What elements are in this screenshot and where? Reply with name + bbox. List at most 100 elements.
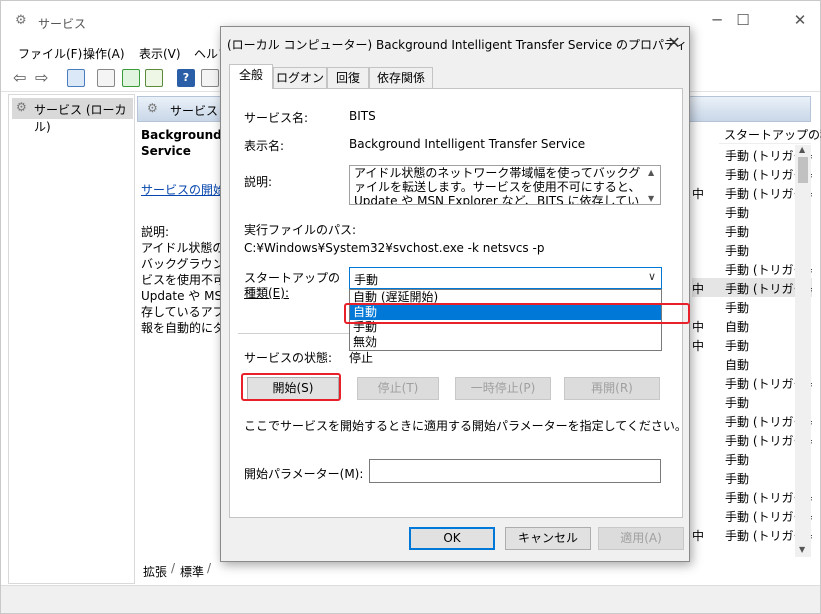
row-status: 中 (692, 320, 705, 334)
column-header-label: スタートアップの種類 (724, 128, 821, 142)
stop-button[interactable]: 停止(T) (357, 377, 439, 400)
window-close-button[interactable]: ✕ (780, 9, 820, 31)
row-status: 中 (692, 282, 705, 296)
list-row[interactable]: 手動 (692, 221, 812, 240)
description-scrollbar[interactable]: ▲ ▼ (644, 166, 660, 204)
view-tabs: 拡張 / 標準 / (135, 559, 735, 581)
extended-description: Background Intelligent Transfer Service … (141, 127, 221, 336)
menu-action[interactable]: 操作(A) (83, 45, 125, 62)
startup-type-dropdown[interactable]: 手動 ∨ (349, 267, 662, 289)
properties-icon[interactable] (97, 69, 115, 87)
service-status-value: 停止 (349, 351, 374, 365)
list-row[interactable]: 手動 (トリガー開始) (692, 259, 812, 278)
description-text: Update や MSN Explorer など、BITS に依 (141, 289, 221, 303)
list-scrollbar[interactable]: ▲ ▼ (795, 145, 811, 557)
description-line: アイドル状態のネットワーク帯域幅を使ってバックグラウンドでフ (354, 166, 640, 180)
tab-standard[interactable]: 標準 (180, 563, 204, 580)
scroll-down-icon[interactable]: ▼ (648, 192, 654, 204)
chevron-down-icon: ∨ (647, 270, 656, 283)
start-param-input[interactable] (369, 459, 661, 483)
export-icon[interactable] (145, 69, 163, 87)
console-tree: ⚙ サービス (ローカル) (8, 94, 135, 584)
back-arrow-icon[interactable]: ⇦ (13, 68, 26, 87)
scroll-down-icon[interactable]: ▼ (799, 545, 805, 554)
scroll-up-icon[interactable]: ▲ (799, 145, 805, 154)
list-row[interactable]: 手動 (トリガー開始) (692, 411, 812, 430)
scroll-thumb[interactable] (798, 157, 808, 183)
list-row[interactable]: 手動 (692, 392, 812, 411)
tab-recovery[interactable]: 回復 (327, 67, 369, 88)
menu-help[interactable]: ヘルプ(H) (194, 45, 220, 62)
tab-extended[interactable]: 拡張 (143, 563, 167, 580)
list-row[interactable]: 中手動 (トリガー開始) (692, 278, 812, 297)
pane-icon[interactable] (201, 69, 219, 87)
apply-button[interactable]: 適用(A) (598, 527, 684, 550)
list-row[interactable]: 手動 (トリガー開始) (692, 145, 812, 164)
list-row[interactable]: 手動 (692, 468, 812, 487)
description-label: 説明: (244, 175, 273, 189)
services-gear-icon: ⚙ (16, 100, 27, 114)
tab-dependencies[interactable]: 依存関係 (369, 67, 433, 88)
window-title: サービス (38, 17, 87, 31)
list-row[interactable]: 手動 (トリガー開始) (692, 373, 812, 392)
list-row[interactable]: 手動 (トリガー開始) (692, 430, 812, 449)
list-row[interactable]: 手動 (トリガー開始) (692, 506, 812, 525)
list-row[interactable]: 中手動 (トリガー開始) (692, 525, 812, 544)
description-text: アイドル状態のネットワーク帯域幅を使って (141, 241, 221, 255)
refresh-icon[interactable] (122, 69, 140, 87)
row-status: 中 (692, 529, 705, 543)
row-startup-type: 手動 (725, 244, 750, 258)
ok-button[interactable]: OK (409, 527, 495, 550)
tab-separator: / (207, 561, 212, 575)
list-row[interactable]: 手動 (トリガー開始) (692, 487, 812, 506)
resume-button[interactable]: 再開(R) (564, 377, 660, 400)
list-row[interactable]: 手動 (692, 449, 812, 468)
description-textbox[interactable]: アイドル状態のネットワーク帯域幅を使ってバックグラウンドでフ ァイルを転送します… (349, 165, 661, 205)
description-text: 存しているアプリケーションは、プログラムや情 (141, 305, 221, 319)
option-disabled[interactable]: 無効 (350, 335, 661, 350)
tab-general[interactable]: 全般 (229, 64, 273, 89)
dialog-close-button[interactable]: ✕ (661, 32, 687, 54)
selected-service-name: Background Intelligent Transfer (141, 128, 221, 142)
description-text: バックグラウンドでファイルを転送します。サー (141, 257, 221, 271)
row-startup-type: 手動 (725, 339, 750, 353)
display-name-value: Background Intelligent Transfer Service (349, 137, 586, 151)
list-row[interactable]: 手動 (692, 240, 812, 259)
description-text: ビスを使用不可にすると、Windows (141, 273, 221, 287)
list-row[interactable]: 中自動 (692, 544, 812, 545)
column-header-startup-type[interactable]: スタートアップの種類 (719, 122, 821, 144)
row-startup-type: 手動 (725, 301, 750, 315)
row-startup-type: 手動 (725, 225, 750, 239)
description-line: Update や MSN Explorer など、BITS に依存しているアプリ… (354, 194, 640, 205)
tab-separator: / (171, 561, 176, 575)
row-status: 中 (692, 187, 705, 201)
pause-button[interactable]: 一時停止(P) (455, 377, 551, 400)
help-icon[interactable]: ? (177, 69, 195, 87)
menu-file[interactable]: ファイル(F) (18, 45, 82, 62)
scroll-up-icon[interactable]: ▲ (648, 166, 654, 180)
list-row[interactable]: 手動 (トリガー開始) (692, 164, 812, 183)
forward-arrow-icon[interactable]: ⇨ (35, 68, 48, 87)
selected-service-name: Service (141, 144, 191, 158)
console-tree-icon[interactable] (67, 69, 85, 87)
start-param-hint: ここでサービスを開始するときに適用する開始パラメーターを指定してください。 (244, 419, 687, 433)
maximize-button[interactable]: ☐ (723, 9, 763, 31)
menu-view[interactable]: 表示(V) (139, 45, 181, 62)
tab-logon[interactable]: ログオン (273, 67, 327, 88)
list-row[interactable]: 手動 (692, 202, 812, 221)
tree-item-services-local[interactable]: ⚙ サービス (ローカル) (12, 98, 133, 134)
row-startup-type: 手動 (725, 206, 750, 220)
list-row[interactable]: 手動 (692, 297, 812, 316)
list-row[interactable]: 中自動 (692, 316, 812, 335)
start-service-link[interactable]: サービスの開始 (141, 182, 221, 198)
row-startup-type: 手動 (725, 453, 750, 467)
list-row[interactable]: 中手動 (トリガー開始) (692, 183, 812, 202)
cancel-button[interactable]: キャンセル (505, 527, 591, 550)
display-name-label: 表示名: (244, 139, 285, 153)
list-row[interactable]: 自動 (692, 354, 812, 373)
description-label: 説明: (141, 225, 170, 239)
list-row[interactable]: 中 手動 (692, 335, 812, 354)
services-list: 手動 (トリガー開始)手動 (トリガー開始)中手動 (トリガー開始)手動手動手動… (692, 145, 812, 545)
start-param-label: 開始パラメーター(M): (244, 467, 364, 481)
startup-type-selected: 手動 (354, 273, 379, 287)
